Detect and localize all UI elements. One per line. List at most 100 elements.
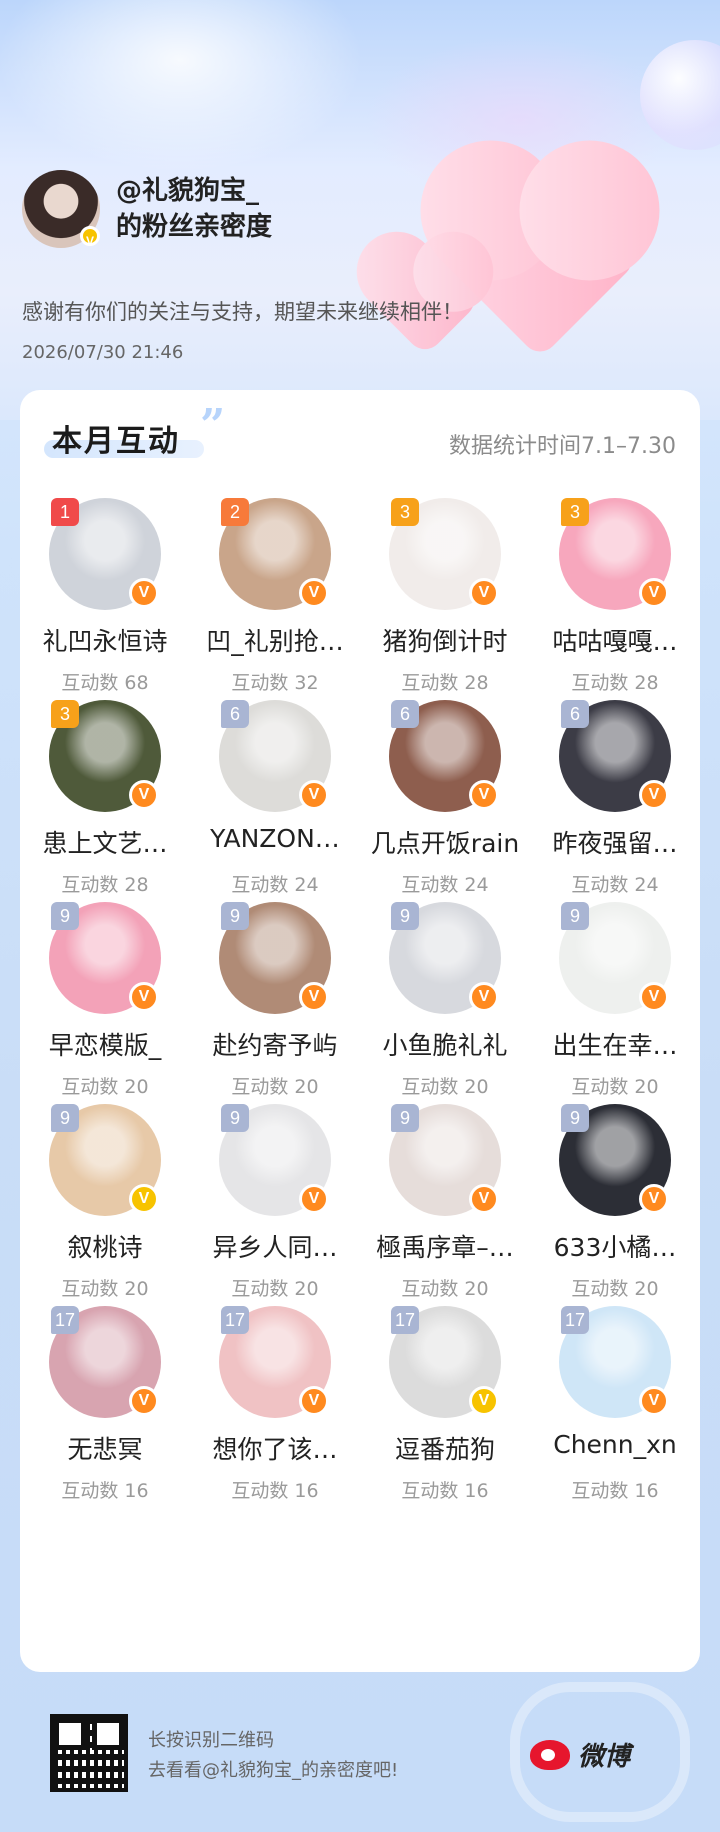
- verified-badge-icon: V: [80, 226, 100, 248]
- verified-badge-icon: V: [639, 982, 669, 1012]
- fan-avatar-wrap: 9V: [389, 902, 501, 1014]
- fan-item[interactable]: 3 V 患上文艺… 互动数 28: [20, 700, 190, 936]
- rank-badge: 9: [391, 1104, 419, 1132]
- interaction-count: 互动数 20: [231, 1076, 319, 1098]
- fan-item[interactable]: 6 V YANZON… 互动数 24: [190, 700, 360, 936]
- verified-badge-icon: V: [639, 578, 669, 608]
- interaction-count: 互动数 24: [401, 874, 489, 896]
- qr-instruction: 长按识别二维码: [148, 1730, 274, 1751]
- fan-name[interactable]: 昨夜强留…: [530, 824, 700, 860]
- card-header: 本月互动 ” 数据统计时间7.1–7.30: [20, 390, 700, 470]
- interaction-count: 互动数 24: [231, 874, 319, 896]
- verified-badge-icon: V: [299, 578, 329, 608]
- fan-item[interactable]: 17 V Chenn_xn 互动数 16: [530, 1306, 700, 1542]
- fan-item[interactable]: 17 V 想你了该… 互动数 16: [190, 1306, 360, 1542]
- fan-avatar-wrap: 9V: [559, 902, 671, 1014]
- verified-badge-icon: V: [469, 780, 499, 810]
- rank-badge: 9: [391, 902, 419, 930]
- interaction-count: 互动数 24: [571, 874, 659, 896]
- fan-avatar-wrap: 17 V: [559, 1306, 671, 1418]
- rank-badge: 3: [391, 498, 419, 526]
- fan-avatar-wrap: 9V: [49, 902, 161, 1014]
- rank-badge: 9: [221, 1104, 249, 1132]
- fan-item[interactable]: 2 V 凹_礼别抢… 互动数 32: [190, 498, 360, 734]
- qr-code-icon[interactable]: [50, 1714, 128, 1792]
- fan-item[interactable]: 9 V 小鱼脆礼礼 互动数 20: [360, 902, 530, 1138]
- fan-item[interactable]: 9 V 异乡人同… 互动数 20: [190, 1104, 360, 1340]
- interaction-count: 互动数 20: [401, 1278, 489, 1300]
- rank-badge: 9: [51, 902, 79, 930]
- fan-name[interactable]: 633小橘…: [530, 1228, 700, 1264]
- weibo-logo-icon: [530, 1739, 570, 1770]
- interaction-count: 互动数 20: [571, 1076, 659, 1098]
- fan-name[interactable]: 无悲冥: [20, 1430, 190, 1466]
- fan-avatar-wrap: 6V: [389, 700, 501, 812]
- verified-badge-icon: V: [639, 1386, 669, 1416]
- fan-name[interactable]: 异乡人同…: [190, 1228, 360, 1264]
- interaction-count: 互动数 16: [231, 1480, 319, 1502]
- verified-badge-icon: V: [129, 780, 159, 810]
- fan-name[interactable]: 逗番茄狗: [360, 1430, 530, 1466]
- rank-badge: 9: [51, 1104, 79, 1132]
- fan-item[interactable]: 17 V 逗番茄狗 互动数 16: [360, 1306, 530, 1542]
- fan-item[interactable]: 6 V 几点开饭rain 互动数 24: [360, 700, 530, 936]
- rank-badge: 6: [561, 700, 589, 728]
- interaction-count: 互动数 28: [61, 874, 149, 896]
- fan-item[interactable]: 9 V 赴约寄予屿互动数 20: [190, 902, 360, 1138]
- fan-item[interactable]: 9 V 叙桃诗 互动数 20: [20, 1104, 190, 1340]
- fan-avatar-wrap: 17 V: [219, 1306, 331, 1418]
- fan-name[interactable]: Chenn_xn: [530, 1430, 700, 1459]
- fan-name[interactable]: 早恋模版_: [20, 1026, 190, 1062]
- fan-name[interactable]: YANZON…: [190, 824, 360, 853]
- fan-avatar-wrap: 3V: [559, 498, 671, 610]
- verified-badge-icon: V: [299, 1386, 329, 1416]
- fan-avatar-wrap: 2V: [219, 498, 331, 610]
- fan-name[interactable]: 几点开饭rain: [360, 824, 530, 860]
- fan-item[interactable]: 3 V 猪狗倒计时互动数 28: [360, 498, 530, 734]
- fan-item[interactable]: 3 V 咕咕嘎嘎… 互动数 28: [530, 498, 700, 734]
- fan-item[interactable]: 6 V 昨夜强留… 互动数 24: [530, 700, 700, 936]
- fan-avatar-wrap: 6V: [559, 700, 671, 812]
- fan-item[interactable]: 9 V 出生在幸… 互动数 20: [530, 902, 700, 1138]
- fan-item[interactable]: 1 V 礼凹永恒诗 互动数 68: [20, 498, 190, 734]
- fan-name[interactable]: 極禹序章–…: [360, 1228, 530, 1264]
- fan-item[interactable]: 9 V 早恋模版_ 互动数 20: [20, 902, 190, 1138]
- verified-badge-icon: V: [639, 780, 669, 810]
- verified-badge-icon: V: [129, 1386, 159, 1416]
- fan-item[interactable]: 9 V 極禹序章–… 互动数 20: [360, 1104, 530, 1340]
- fan-name[interactable]: 咕咕嘎嘎…: [530, 622, 700, 658]
- rank-badge: 1: [51, 498, 79, 526]
- fan-name[interactable]: 想你了该…: [190, 1430, 360, 1466]
- fan-avatar-wrap: 3V: [389, 498, 501, 610]
- interaction-count: 互动数 28: [571, 672, 659, 694]
- monthly-interaction-card: 本月互动 ” 数据统计时间7.1–7.30 1 V 礼凹永恒诗互动数 68 2 V 凹_礼…: [20, 390, 700, 1672]
- fan-name[interactable]: 小鱼脆礼礼: [360, 1026, 530, 1062]
- fan-avatar-wrap: 9V: [219, 1104, 331, 1216]
- fan-name[interactable]: 猪狗倒计时: [360, 622, 530, 658]
- verified-badge-icon: V: [469, 982, 499, 1012]
- card-title: 本月互动: [52, 424, 180, 459]
- fan-name[interactable]: 叙桃诗: [20, 1228, 190, 1264]
- weibo-logo: 微博: [530, 1736, 630, 1773]
- fan-item[interactable]: 17 V 无悲冥 互动数 16: [20, 1306, 190, 1542]
- rank-badge: 3: [561, 498, 589, 526]
- verified-badge-icon: V: [299, 780, 329, 810]
- interaction-count: 互动数 28: [401, 672, 489, 694]
- verified-badge-icon: V: [469, 1386, 499, 1416]
- rank-badge: 17: [221, 1306, 249, 1334]
- fan-name[interactable]: 患上文艺…: [20, 824, 190, 860]
- fan-avatar-wrap: 9V: [219, 902, 331, 1014]
- owner-avatar[interactable]: V: [22, 170, 100, 248]
- owner-name[interactable]: @礼貌狗宝_: [116, 173, 272, 209]
- interaction-count: 互动数 20: [61, 1278, 149, 1300]
- fan-name[interactable]: 礼凹永恒诗: [20, 622, 190, 658]
- fan-name[interactable]: 出生在幸…: [530, 1026, 700, 1062]
- fan-avatar-wrap: 9V: [559, 1104, 671, 1216]
- fan-item[interactable]: 9 V 633小橘… 互动数 20: [530, 1104, 700, 1340]
- interaction-count: 互动数 16: [571, 1480, 659, 1502]
- verified-badge-icon: V: [299, 1184, 329, 1214]
- interaction-count: 互动数 68: [61, 672, 149, 694]
- fan-name[interactable]: 凹_礼别抢…: [190, 622, 360, 658]
- fan-avatar-wrap: 3V: [49, 700, 161, 812]
- fan-name[interactable]: 赴约寄予屿: [190, 1026, 360, 1062]
